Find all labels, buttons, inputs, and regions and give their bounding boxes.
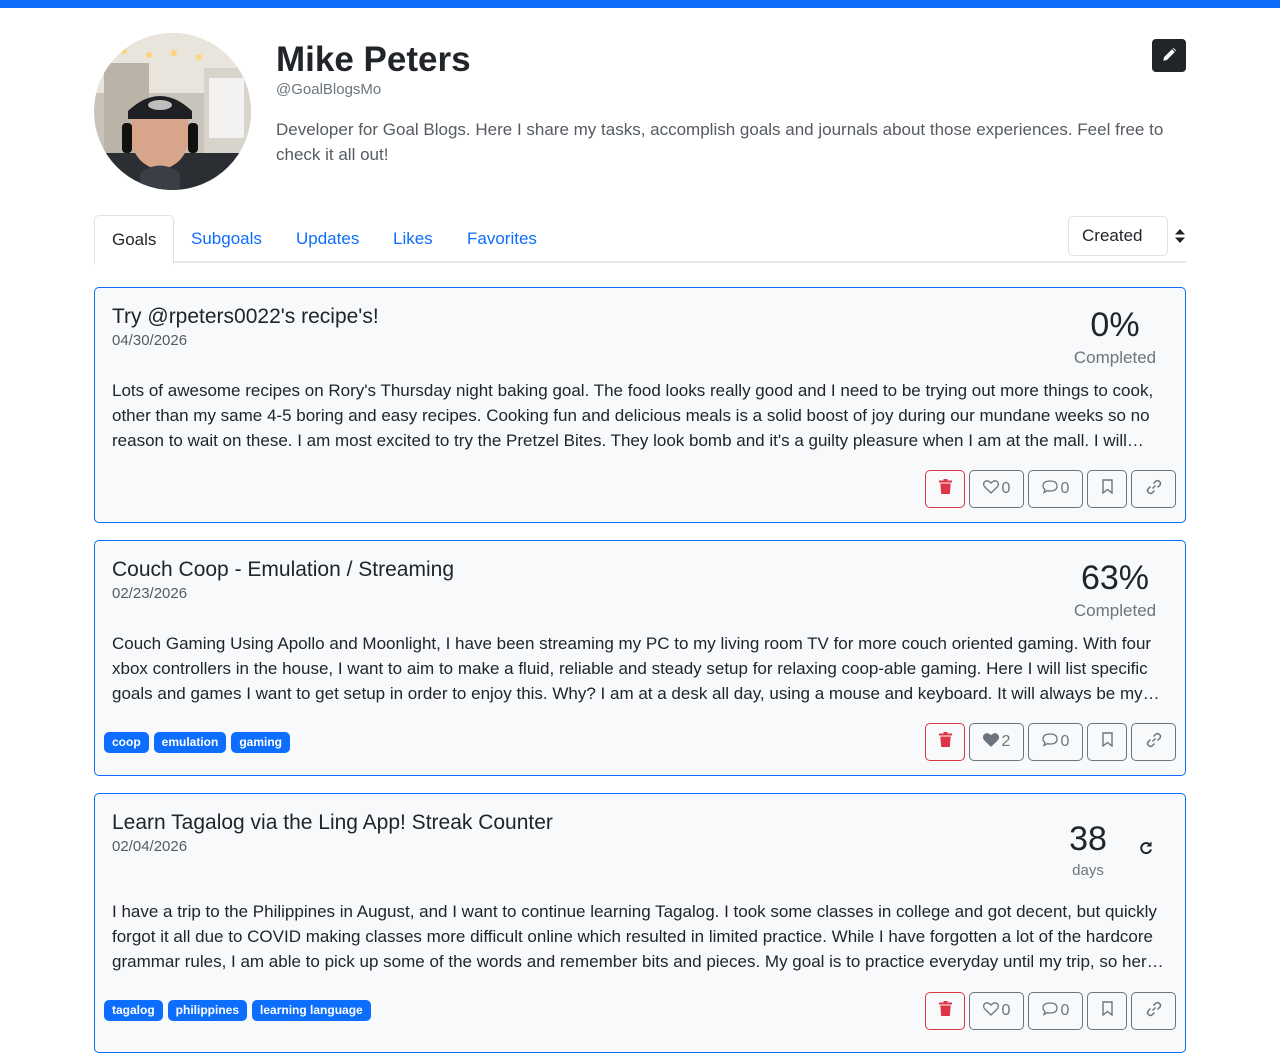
- trash-icon: [938, 1001, 952, 1021]
- goal-actions: 0 0: [925, 470, 1176, 508]
- tab-label: Favorites: [467, 229, 537, 248]
- tag-badge[interactable]: tagalog: [104, 1000, 163, 1021]
- like-button[interactable]: 0: [969, 470, 1024, 508]
- copy-link-button[interactable]: [1131, 470, 1176, 508]
- tab-label: Likes: [393, 229, 433, 248]
- goal-actions: 0 0: [925, 992, 1176, 1030]
- tab-goals[interactable]: Goals: [94, 215, 175, 265]
- progress-label: Completed: [1073, 348, 1157, 367]
- comment-icon: [1041, 732, 1058, 752]
- link-icon: [1145, 732, 1163, 753]
- like-button[interactable]: 0: [969, 992, 1024, 1030]
- progress-value: 0%: [1090, 306, 1140, 344]
- link-icon: [1145, 479, 1163, 500]
- progress-value: 63%: [1080, 559, 1150, 597]
- heart-icon: [982, 479, 999, 499]
- sort-select[interactable]: Created: [1068, 216, 1186, 256]
- goal-tags: tagalog philippines learning language: [104, 1000, 371, 1021]
- streak-label: days: [1072, 862, 1104, 879]
- like-count: 0: [1001, 480, 1011, 497]
- sort-arrows-icon: [1174, 228, 1186, 249]
- delete-button[interactable]: [925, 992, 965, 1030]
- goal-card[interactable]: Try @rpeters0022's recipe's! 04/30/2026 …: [94, 287, 1186, 523]
- trash-icon: [938, 479, 952, 499]
- goal-progress: 63% Completed: [1070, 557, 1160, 621]
- link-icon: [1145, 1001, 1163, 1022]
- goal-description: Lots of awesome recipes on Rory's Thursd…: [112, 381, 1154, 450]
- comment-count: 0: [1060, 480, 1070, 497]
- comment-icon: [1041, 1001, 1058, 1021]
- goal-description: Couch Gaming Using Apollo and Moonlight,…: [112, 634, 1152, 703]
- goal-description: I have a trip to the Philippines in Augu…: [112, 902, 1157, 971]
- streak-value: 38: [1069, 820, 1107, 858]
- tag-badge[interactable]: coop: [104, 732, 149, 753]
- sort-selected-value: Created: [1068, 216, 1168, 256]
- trash-icon: [938, 732, 952, 752]
- tab-subgoals[interactable]: Subgoals: [174, 215, 279, 263]
- tab-label: Updates: [296, 229, 360, 248]
- comment-count: 0: [1060, 1002, 1070, 1019]
- tab-likes[interactable]: Likes: [376, 215, 450, 263]
- heart-icon: [982, 1001, 999, 1021]
- streak-counter: 38 days: [1063, 818, 1113, 879]
- profile-handle: @GoalBlogsMo: [276, 81, 382, 98]
- delete-button[interactable]: [925, 723, 965, 761]
- goal-title[interactable]: Couch Coop - Emulation / Streaming: [112, 557, 454, 583]
- refresh-icon[interactable]: [1139, 841, 1153, 860]
- like-count: 0: [1001, 1002, 1011, 1019]
- tab-updates[interactable]: Updates: [279, 215, 376, 263]
- goal-title[interactable]: Learn Tagalog via the Ling App! Streak C…: [112, 810, 553, 836]
- goal-title[interactable]: Try @rpeters0022's recipe's!: [112, 304, 379, 330]
- avatar: [94, 33, 251, 190]
- bookmark-button[interactable]: [1087, 992, 1127, 1030]
- tag-badge[interactable]: gaming: [231, 732, 291, 753]
- comment-button[interactable]: 0: [1028, 992, 1083, 1030]
- goal-card[interactable]: Learn Tagalog via the Ling App! Streak C…: [94, 793, 1186, 1053]
- goal-tags: coop emulation gaming: [104, 732, 291, 753]
- tag-badge[interactable]: emulation: [153, 732, 227, 753]
- comment-button[interactable]: 0: [1028, 723, 1083, 761]
- like-button[interactable]: 2: [969, 723, 1024, 761]
- tag-badge[interactable]: learning language: [252, 1000, 371, 1021]
- profile-page: Mike Peters @GoalBlogsMo Developer for G…: [94, 8, 1186, 1053]
- like-count: 2: [1001, 733, 1011, 750]
- pencil-icon: [1162, 47, 1177, 65]
- copy-link-button[interactable]: [1131, 723, 1176, 761]
- tag-badge[interactable]: philippines: [167, 1000, 248, 1021]
- heart-filled-icon: [982, 732, 999, 752]
- progress-label: Completed: [1073, 601, 1157, 620]
- comment-button[interactable]: 0: [1028, 470, 1083, 508]
- tab-label: Subgoals: [191, 229, 262, 248]
- profile-name: Mike Peters: [276, 40, 471, 79]
- top-accent-bar: [0, 0, 1280, 8]
- goal-card[interactable]: Couch Coop - Emulation / Streaming 02/23…: [94, 540, 1186, 776]
- goal-date: 02/04/2026: [112, 838, 188, 855]
- bookmark-icon: [1101, 1001, 1113, 1021]
- comment-icon: [1041, 479, 1058, 499]
- copy-link-button[interactable]: [1131, 992, 1176, 1030]
- profile-tabs: Goals Subgoals Updates Likes Favorites C…: [94, 208, 1186, 265]
- profile-header: Mike Peters @GoalBlogsMo Developer for G…: [94, 8, 1186, 208]
- tab-favorites[interactable]: Favorites: [450, 215, 554, 263]
- goal-progress: 0% Completed: [1070, 304, 1160, 368]
- bookmark-icon: [1101, 479, 1113, 499]
- goal-actions: 2 0: [925, 723, 1176, 761]
- bookmark-icon: [1101, 732, 1113, 752]
- delete-button[interactable]: [925, 470, 965, 508]
- bookmark-button[interactable]: [1087, 470, 1127, 508]
- edit-profile-button[interactable]: [1152, 39, 1186, 72]
- goal-date: 02/23/2026: [112, 585, 188, 602]
- tab-label: Goals: [112, 229, 157, 249]
- goal-date: 04/30/2026: [112, 332, 188, 349]
- bookmark-button[interactable]: [1087, 723, 1127, 761]
- comment-count: 0: [1060, 733, 1070, 750]
- profile-bio: Developer for Goal Blogs. Here I share m…: [276, 120, 1164, 164]
